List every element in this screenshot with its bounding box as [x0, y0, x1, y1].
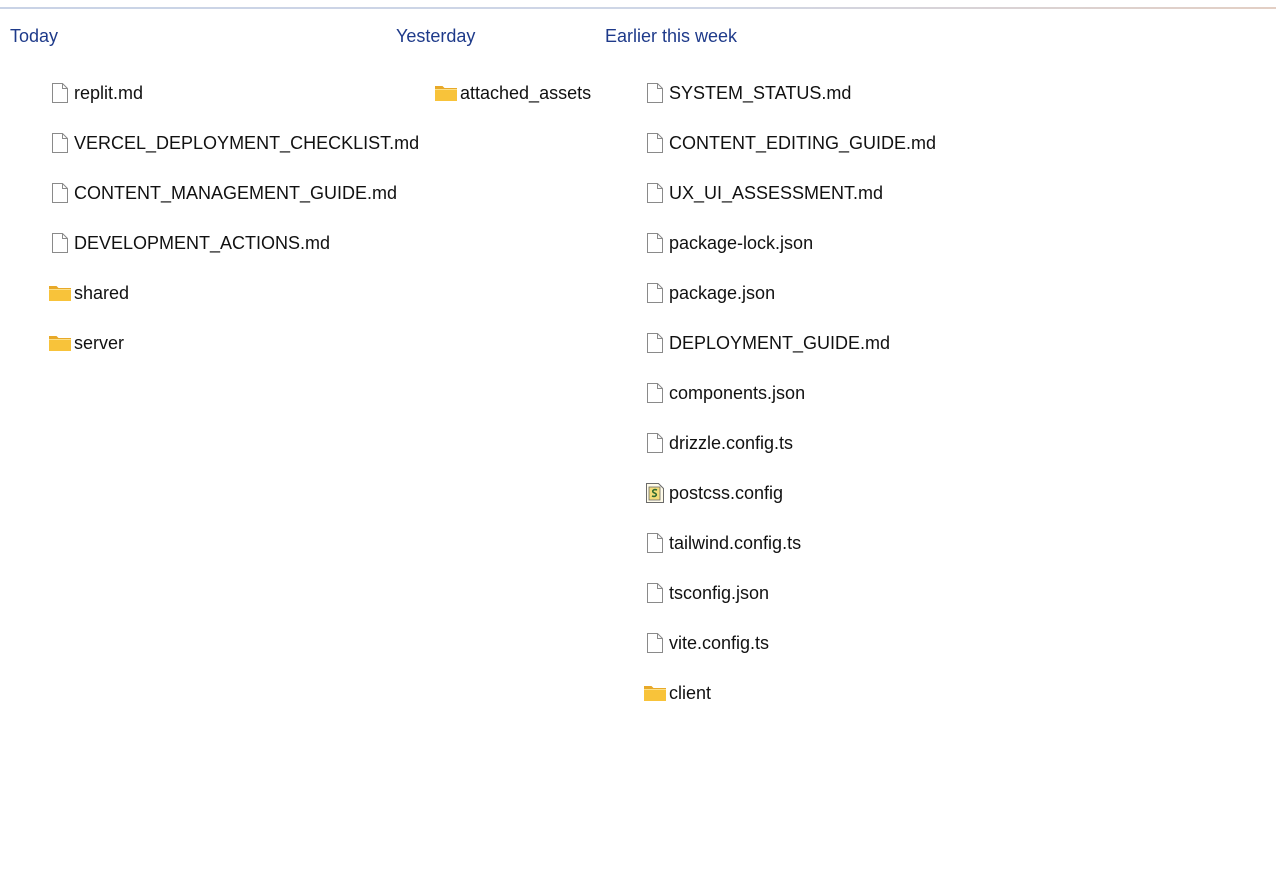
folder-name: server	[74, 332, 125, 353]
file-item[interactable]: DEVELOPMENT_ACTIONS.md	[48, 218, 419, 268]
group-today: Today replit.md VERCEL_DEPLOYMENT_CHECKL…	[0, 24, 419, 353]
file-name: components.json	[669, 382, 806, 403]
folder-name: shared	[74, 282, 130, 303]
script-file-icon	[643, 481, 667, 505]
file-name: DEPLOYMENT_GUIDE.md	[669, 332, 891, 353]
file-item[interactable]: components.json	[643, 368, 936, 418]
document-icon	[48, 231, 72, 255]
folder-icon	[434, 81, 458, 105]
group-yesterday: Yesterday attached_assets	[386, 24, 591, 103]
folder-name: client	[669, 682, 712, 703]
file-name: CONTENT_EDITING_GUIDE.md	[669, 132, 937, 153]
group-header-earlier-this-week[interactable]: Earlier this week	[595, 24, 737, 48]
file-item[interactable]: package.json	[643, 268, 936, 318]
file-name: tailwind.config.ts	[669, 532, 802, 553]
file-item[interactable]: package-lock.json	[643, 218, 936, 268]
file-name: DEVELOPMENT_ACTIONS.md	[74, 232, 331, 253]
document-icon	[643, 431, 667, 455]
file-name: VERCEL_DEPLOYMENT_CHECKLIST.md	[74, 132, 420, 153]
document-icon	[643, 231, 667, 255]
file-name: vite.config.ts	[669, 632, 770, 653]
document-icon	[643, 131, 667, 155]
file-name: tsconfig.json	[669, 582, 770, 603]
group-earlier-this-week: Earlier this week SYSTEM_STATUS.md CONTE…	[595, 24, 936, 703]
document-icon	[48, 181, 72, 205]
document-icon	[48, 131, 72, 155]
file-item[interactable]: postcss.config	[643, 468, 936, 518]
document-icon	[643, 631, 667, 655]
folder-icon	[48, 331, 72, 355]
file-item[interactable]: SYSTEM_STATUS.md	[643, 68, 936, 118]
document-icon	[48, 81, 72, 105]
file-item[interactable]: CONTENT_MANAGEMENT_GUIDE.md	[48, 168, 419, 218]
group-header-yesterday[interactable]: Yesterday	[386, 24, 475, 48]
document-icon	[643, 381, 667, 405]
folder-item[interactable]: attached_assets	[434, 68, 591, 118]
file-name: drizzle.config.ts	[669, 432, 794, 453]
document-icon	[643, 281, 667, 305]
document-icon	[643, 581, 667, 605]
group-items-earlier-this-week: SYSTEM_STATUS.md CONTENT_EDITING_GUIDE.m…	[643, 68, 936, 718]
file-item[interactable]: VERCEL_DEPLOYMENT_CHECKLIST.md	[48, 118, 419, 168]
file-item[interactable]: CONTENT_EDITING_GUIDE.md	[643, 118, 936, 168]
group-items-today: replit.md VERCEL_DEPLOYMENT_CHECKLIST.md…	[48, 68, 419, 368]
folder-item[interactable]: server	[48, 318, 419, 368]
file-item[interactable]: tsconfig.json	[643, 568, 936, 618]
document-icon	[643, 181, 667, 205]
file-name: SYSTEM_STATUS.md	[669, 82, 852, 103]
file-name: package-lock.json	[669, 232, 814, 253]
file-item[interactable]: DEPLOYMENT_GUIDE.md	[643, 318, 936, 368]
folder-item[interactable]: client	[643, 668, 936, 718]
folder-icon	[48, 281, 72, 305]
document-icon	[643, 531, 667, 555]
window-top-border	[0, 7, 1276, 9]
group-header-today[interactable]: Today	[0, 24, 58, 48]
file-item[interactable]: vite.config.ts	[643, 618, 936, 668]
file-item[interactable]: replit.md	[48, 68, 419, 118]
folder-name: attached_assets	[460, 82, 592, 103]
file-name: UX_UI_ASSESSMENT.md	[669, 182, 884, 203]
group-items-yesterday: attached_assets	[434, 68, 591, 118]
file-name: package.json	[669, 282, 776, 303]
document-icon	[643, 81, 667, 105]
document-icon	[643, 331, 667, 355]
file-name: postcss.config	[669, 482, 784, 503]
folder-icon	[643, 681, 667, 705]
folder-item[interactable]: shared	[48, 268, 419, 318]
file-item[interactable]: tailwind.config.ts	[643, 518, 936, 568]
file-name: CONTENT_MANAGEMENT_GUIDE.md	[74, 182, 398, 203]
file-name: replit.md	[74, 82, 144, 103]
file-item[interactable]: drizzle.config.ts	[643, 418, 936, 468]
file-item[interactable]: UX_UI_ASSESSMENT.md	[643, 168, 936, 218]
